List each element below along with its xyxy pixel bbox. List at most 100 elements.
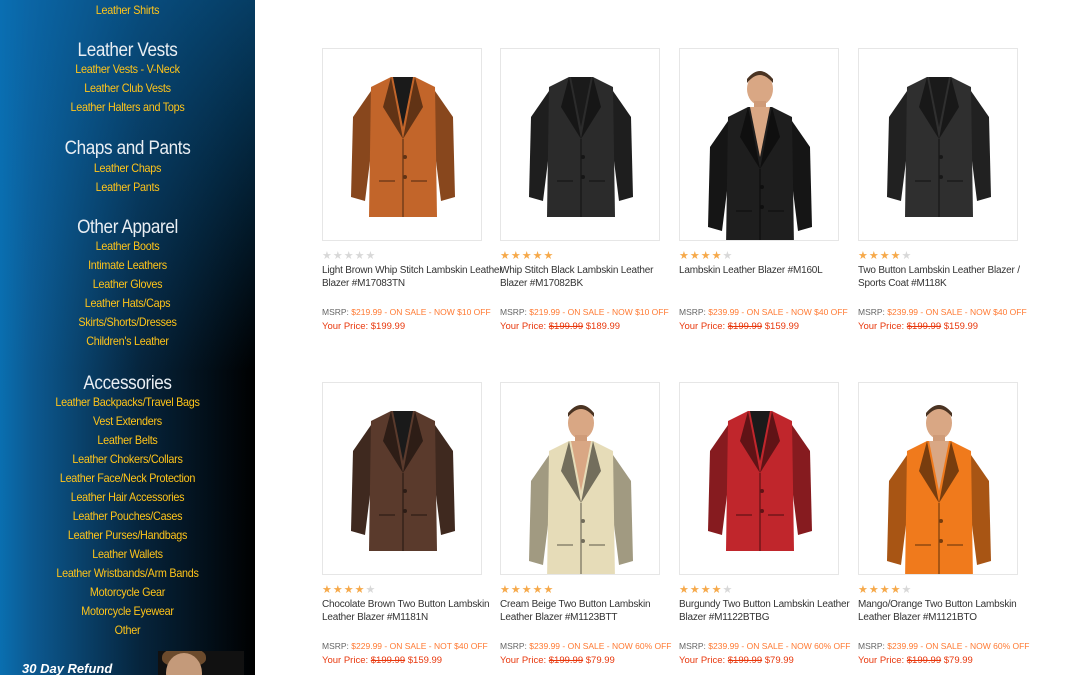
product-name[interactable]: Mango/Orange Two Button Lambskin Leather…: [858, 598, 1040, 624]
msrp-line: MSRP: $219.99 - ON SALE - NOW $10 OFF: [500, 307, 690, 318]
msrp-label: MSRP:: [500, 307, 527, 317]
msrp-label: MSRP:: [858, 641, 885, 651]
sidebar-link[interactable]: Vest Extenders: [13, 412, 243, 431]
product-image-7[interactable]: [679, 382, 839, 575]
msrp-label: MSRP:: [322, 641, 349, 651]
product-image-8[interactable]: [858, 382, 1018, 575]
sidebar-link[interactable]: Motorcycle Gear: [13, 583, 243, 602]
current-price: $159.99: [943, 321, 979, 332]
msrp-line: MSRP: $239.99 - ON SALE - NOW $40 OFF: [858, 307, 1048, 318]
product-image-1[interactable]: [322, 48, 482, 241]
star-icon: ★: [521, 584, 533, 596]
sidebar-link[interactable]: Leather Gloves: [13, 275, 243, 294]
sidebar-link[interactable]: Intimate Leathers: [13, 256, 243, 275]
sale-text: - ON SALE - NOW $10 OFF: [562, 307, 669, 317]
sidebar-link[interactable]: Leather Wristbands/Arm Bands: [13, 564, 243, 583]
old-price: $199.99: [906, 655, 942, 666]
current-price: $79.99: [943, 655, 973, 666]
jacket-photo: [351, 77, 455, 217]
sidebar-link[interactable]: Leather Hats/Caps: [13, 294, 243, 313]
category-sidebar: Leather Shirts Leather Vests Leather Vest…: [0, 0, 255, 675]
sidebar-link[interactable]: Leather Pouches/Cases: [13, 507, 243, 526]
msrp-value: $239.99: [887, 307, 919, 317]
product-image-6[interactable]: [500, 382, 660, 575]
sale-text: - ON SALE - NOW 60% OFF: [741, 641, 851, 651]
sale-text: - ON SALE - NOT $40 OFF: [384, 641, 488, 651]
model-photo: [529, 405, 633, 574]
sidebar-section-title[interactable]: Accessories: [13, 373, 243, 395]
sidebar-link[interactable]: Leather Pants: [13, 178, 243, 197]
star-icon: ★: [510, 250, 522, 262]
sale-text: - ON SALE - NOW $10 OFF: [384, 307, 491, 317]
msrp-value: $239.99: [529, 641, 561, 651]
jacket-photo: [708, 411, 812, 551]
sidebar-link[interactable]: Leather Halters and Tops: [13, 98, 243, 117]
msrp-value: $229.99: [351, 641, 383, 651]
your-price: Your Price: $199.99 $159.99: [679, 321, 869, 333]
sidebar-link[interactable]: Leather Wallets: [13, 545, 243, 564]
sidebar-link[interactable]: Other: [13, 621, 243, 640]
rating-stars: ★★★★★: [858, 250, 912, 262]
jacket-photo: [887, 77, 991, 217]
star-icon: ★: [322, 250, 333, 262]
current-price: $159.99: [407, 655, 443, 666]
your-price: Your Price: $199.99 $79.99: [500, 655, 690, 667]
sidebar-section-title[interactable]: Leather Vests: [13, 40, 243, 62]
product-name[interactable]: Chocolate Brown Two Button Lambskin Leat…: [322, 598, 504, 624]
star-icon: ★: [332, 250, 344, 262]
sidebar-link[interactable]: Leather Backpacks/Travel Bags: [13, 393, 243, 412]
refund-banner[interactable]: 30 Day Refund: [0, 651, 255, 675]
sidebar-section-title[interactable]: Chaps and Pants: [13, 138, 243, 160]
sidebar-link[interactable]: Motorcycle Eyewear: [13, 602, 243, 621]
product-image-3[interactable]: [679, 48, 839, 241]
msrp-line: MSRP: $239.99 - ON SALE - NOW 60% OFF: [858, 641, 1048, 652]
star-icon: ★: [521, 250, 533, 262]
msrp-label: MSRP:: [322, 307, 349, 317]
price-label: Your Price:: [322, 655, 369, 666]
sidebar-link[interactable]: Leather Hair Accessories: [13, 488, 243, 507]
rating-stars: ★★★★★: [679, 250, 733, 262]
old-price: $199.99: [727, 655, 763, 666]
star-icon: ★: [543, 584, 555, 596]
sidebar-link[interactable]: Leather Face/Neck Protection: [13, 469, 243, 488]
sidebar-link[interactable]: Leather Boots: [13, 237, 243, 256]
msrp-value: $219.99: [529, 307, 561, 317]
product-image-4[interactable]: [858, 48, 1018, 241]
product-name[interactable]: Whip Stitch Black Lambskin Leather Blaze…: [500, 264, 682, 290]
sidebar-section-title[interactable]: Other Apparel: [13, 217, 243, 239]
your-price: Your Price: $199.99 $159.99: [322, 655, 512, 667]
product-name[interactable]: Two Button Lambskin Leather Blazer / Spo…: [858, 264, 1040, 290]
price-label: Your Price:: [679, 321, 726, 332]
sidebar-link[interactable]: Children's Leather: [13, 332, 243, 351]
product-name[interactable]: Light Brown Whip Stitch Lambskin Leather…: [322, 264, 504, 290]
product-name[interactable]: Cream Beige Two Button Lambskin Leather …: [500, 598, 682, 624]
sidebar-link[interactable]: Leather Club Vests: [13, 79, 243, 98]
sidebar-link[interactable]: Skirts/Shorts/Dresses: [13, 313, 243, 332]
star-icon: ★: [890, 584, 902, 596]
rating-stars: ★★★★★: [322, 250, 376, 262]
current-price: $79.99: [764, 655, 794, 666]
sidebar-link[interactable]: Leather Chaps: [13, 159, 243, 178]
sidebar-link[interactable]: Leather Belts: [13, 431, 243, 450]
your-price: Your Price: $199.99 $79.99: [679, 655, 869, 667]
star-icon: ★: [365, 250, 377, 262]
msrp-line: MSRP: $229.99 - ON SALE - NOT $40 OFF: [322, 641, 512, 652]
sidebar-link[interactable]: Leather Purses/Handbags: [13, 526, 243, 545]
product-image-2[interactable]: [500, 48, 660, 241]
star-icon: ★: [868, 250, 880, 262]
sidebar-link[interactable]: Leather Vests - V-Neck: [13, 60, 243, 79]
star-icon: ★: [532, 250, 544, 262]
product-name[interactable]: Lambskin Leather Blazer #M160L: [679, 264, 861, 277]
sale-text: - ON SALE - NOW $40 OFF: [920, 307, 1027, 317]
sidebar-link[interactable]: Leather Chokers/Collars: [13, 450, 243, 469]
star-icon: ★: [858, 250, 869, 262]
model-photo: [708, 71, 812, 240]
product-image-5[interactable]: [322, 382, 482, 575]
old-price: $199.99: [548, 655, 584, 666]
product-name[interactable]: Burgundy Two Button Lambskin Leather Bla…: [679, 598, 861, 624]
sidebar-link-leather-shirts[interactable]: Leather Shirts: [13, 1, 243, 20]
msrp-value: $239.99: [887, 641, 919, 651]
star-icon: ★: [858, 584, 869, 596]
msrp-label: MSRP:: [500, 641, 527, 651]
rating-stars: ★★★★★: [500, 250, 554, 262]
